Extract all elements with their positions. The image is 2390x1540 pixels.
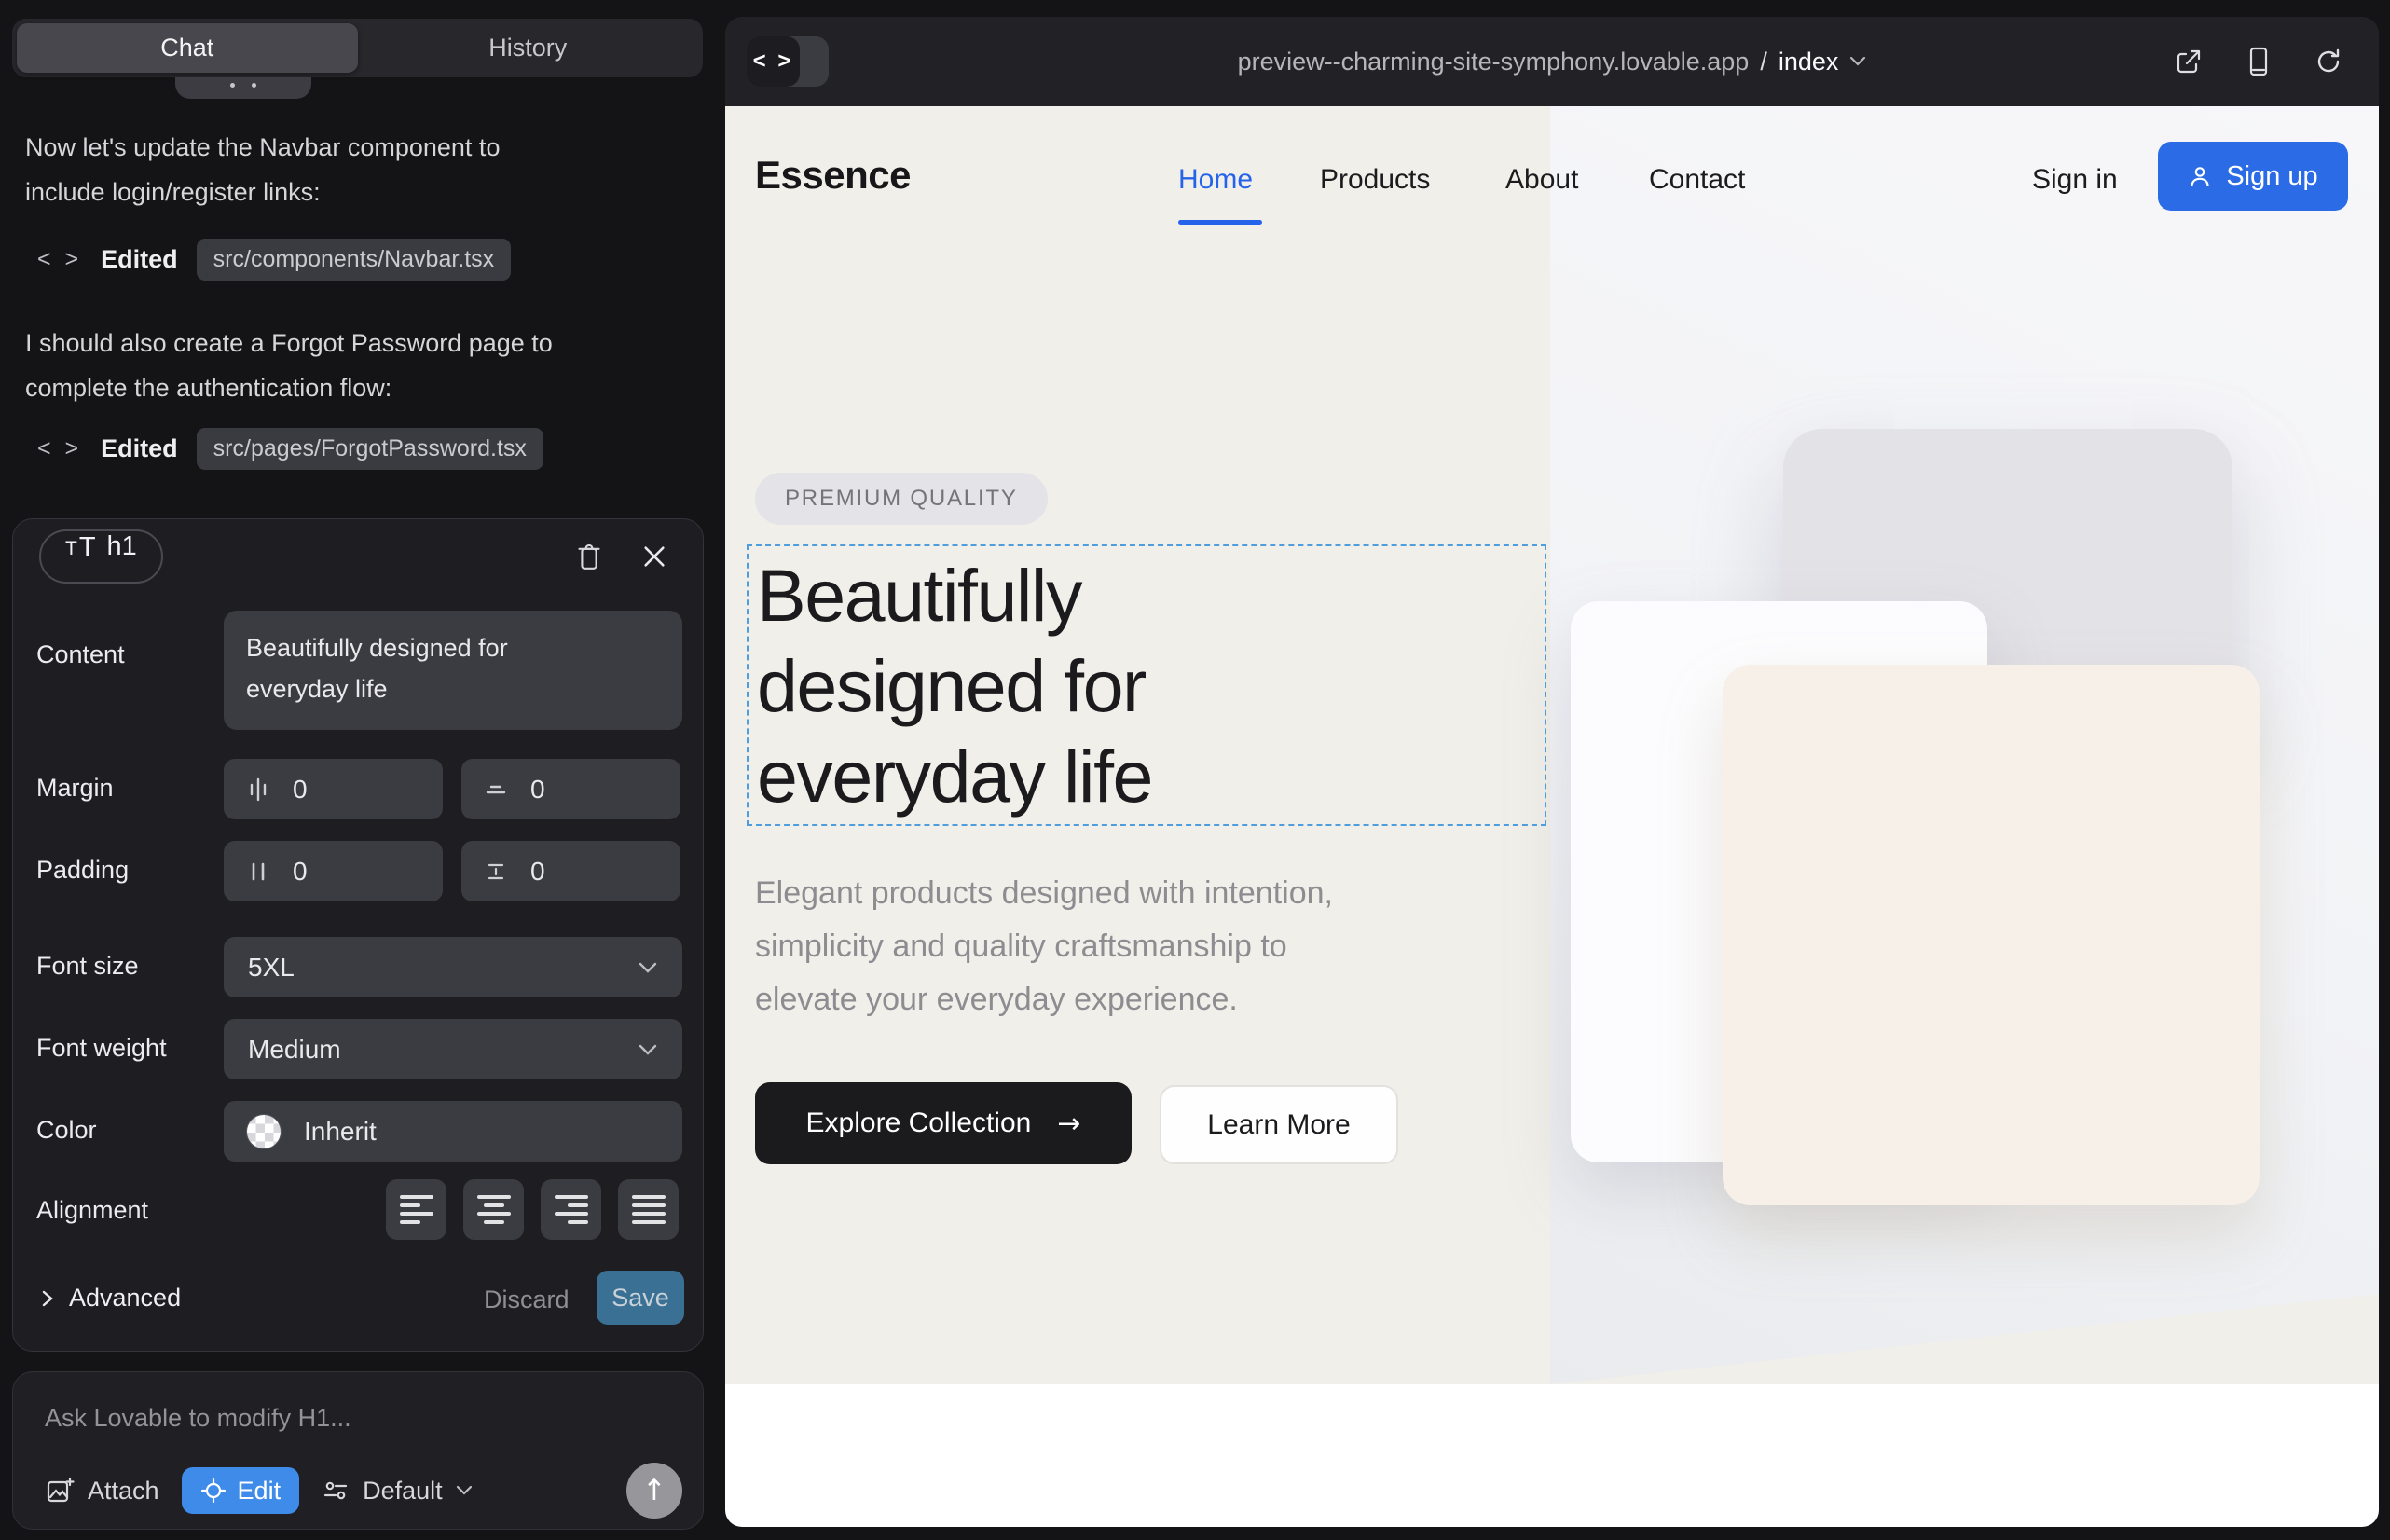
url-host: preview--charming-site-symphony.lovable.… [1238,48,1750,76]
color-select[interactable]: Inherit [224,1101,682,1162]
edited-label: Edited [101,245,178,274]
hero-badge: PREMIUM QUALITY [755,473,1048,525]
content-textarea[interactable]: Beautifully designed for everyday life [224,611,682,730]
close-editor-button[interactable] [636,538,673,575]
chat-message: Now let's update the Navbar component to… [25,125,500,214]
code-preview-toggle[interactable]: < > [747,36,829,87]
sign-up-button[interactable]: Sign up [2158,142,2348,211]
margin-vertical-icon [482,776,510,804]
padding-x-input[interactable]: 0 [224,841,443,901]
tab-chat[interactable]: Chat [17,23,358,73]
color-label: Color [36,1116,97,1145]
hero-description: Elegant products designed with intention… [755,867,1333,1026]
url-separator: / [1760,48,1767,76]
element-tag-badge: TT h1 [39,529,163,584]
decor-card-beige [1723,665,2260,1205]
hero-heading[interactable]: Beautifully designed for everyday life [757,550,1152,821]
element-editor-panel: TT h1 Content Beautifully designed for e… [12,518,704,1352]
align-center-button[interactable] [463,1179,524,1240]
active-nav-underline [1178,220,1262,225]
content-label: Content [36,640,125,669]
url-page: index [1779,48,1839,76]
refresh-button[interactable] [2314,47,2343,76]
site-logo[interactable]: Essence [755,153,911,198]
lovable-workspace: Chat History Now let's update the Navbar… [0,0,2390,1540]
alignment-label: Alignment [36,1196,148,1225]
chevron-down-icon [638,1043,658,1056]
color-swatch [246,1114,282,1149]
file-edit-row: < > Edited src/components/Navbar.tsx [37,239,511,281]
margin-horizontal-icon [244,776,272,804]
attach-button[interactable]: Attach [45,1476,159,1506]
preview-browser-window: < > preview--charming-site-symphony.lova… [725,17,2379,1527]
padding-y-input[interactable]: 0 [461,841,680,901]
align-right-button[interactable] [541,1179,601,1240]
chevron-right-icon [41,1289,54,1308]
file-chip[interactable]: src/components/Navbar.tsx [197,239,512,281]
align-right-icon [555,1195,588,1224]
file-chip[interactable]: src/pages/ForgotPassword.tsx [197,428,543,470]
chat-message: I should also create a Forgot Password p… [25,321,553,410]
align-justify-button[interactable] [618,1179,679,1240]
edited-label: Edited [101,434,178,463]
target-icon [200,1478,227,1504]
margin-x-input[interactable]: 0 [224,759,443,819]
margin-y-input[interactable]: 0 [461,759,680,819]
advanced-toggle[interactable]: Advanced [41,1284,181,1313]
chevron-down-icon [1849,56,1866,67]
element-tag-label: h1 [107,531,137,562]
arrow-right-icon: → [1057,1107,1080,1140]
default-mode-button[interactable]: Default [322,1477,473,1506]
align-center-icon [477,1195,511,1224]
discard-button[interactable]: Discard [484,1286,570,1314]
margin-label: Margin [36,774,114,803]
align-left-button[interactable] [386,1179,446,1240]
explore-collection-button[interactable]: Explore Collection → [755,1082,1132,1164]
chat-history-tabs: Chat History [12,19,703,77]
send-button[interactable]: ↑ [626,1463,682,1519]
code-icon: < > [747,36,800,87]
chevron-down-icon [638,961,658,974]
align-justify-icon [632,1195,666,1224]
prompt-input-panel: Ask Lovable to modify H1... Attach [12,1371,704,1530]
learn-more-button[interactable]: Learn More [1160,1085,1398,1164]
code-icon: < > [37,246,82,273]
chevron-down-icon [456,1485,473,1496]
truncated-chip [175,77,311,99]
tab-history[interactable]: History [358,23,699,73]
open-external-button[interactable] [2174,47,2204,76]
send-arrow-icon: ↑ [642,1474,666,1507]
mobile-view-button[interactable] [2245,46,2273,77]
padding-label: Padding [36,856,129,885]
font-size-label: Font size [36,952,139,981]
font-weight-select[interactable]: Medium [224,1019,682,1079]
nav-link-home[interactable]: Home [1178,164,1253,196]
edit-mode-button[interactable]: Edit [182,1467,300,1514]
browser-actions [2174,17,2343,106]
nav-link-products[interactable]: Products [1320,164,1430,196]
text-size-icon: TT [65,531,96,562]
sliders-icon [322,1477,350,1505]
padding-vertical-icon [482,858,510,886]
nav-link-contact[interactable]: Contact [1649,164,1745,196]
url-bar[interactable]: preview--charming-site-symphony.lovable.… [725,17,2379,106]
file-edit-row: < > Edited src/pages/ForgotPassword.tsx [37,428,543,470]
delete-element-button[interactable] [570,538,608,575]
font-weight-label: Font weight [36,1034,167,1063]
trash-icon [576,542,602,571]
align-left-icon [400,1195,433,1224]
font-size-select[interactable]: 5XL [224,937,682,997]
code-icon: < > [37,435,82,462]
next-section-background [725,1384,2379,1527]
save-button[interactable]: Save [597,1271,684,1325]
close-icon [641,543,667,570]
sign-in-button[interactable]: Sign in [2032,164,2118,196]
padding-horizontal-icon [244,858,272,886]
user-icon [2188,164,2212,188]
prompt-input[interactable]: Ask Lovable to modify H1... [45,1404,351,1433]
attach-image-icon [45,1476,75,1506]
nav-link-about[interactable]: About [1505,164,1578,196]
